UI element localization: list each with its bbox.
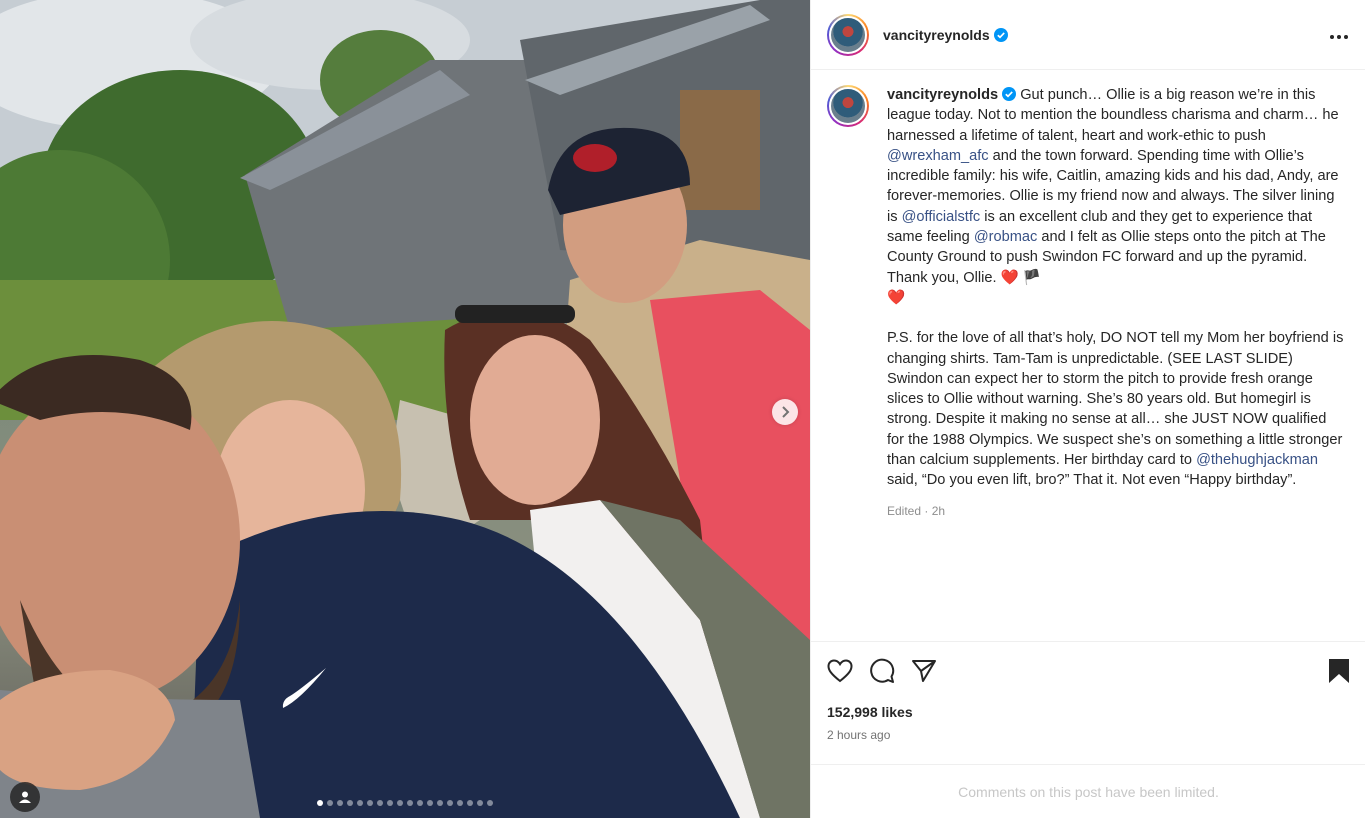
save-button[interactable] bbox=[1328, 658, 1350, 684]
post-actions: 152,998 likes 2 hours ago bbox=[811, 641, 1365, 764]
carousel-dot bbox=[427, 800, 433, 806]
tagged-users-button[interactable] bbox=[10, 782, 40, 812]
caption-username[interactable]: vancityreynolds bbox=[887, 87, 998, 103]
carousel-dot bbox=[457, 800, 463, 806]
next-slide-button[interactable] bbox=[772, 399, 798, 425]
comments-limited-notice: Comments on this post have been limited. bbox=[811, 764, 1365, 818]
mention-link[interactable]: @wrexham_afc bbox=[887, 148, 989, 164]
post-header: vancityreynolds bbox=[811, 0, 1365, 70]
avatar[interactable] bbox=[827, 13, 869, 56]
like-button[interactable] bbox=[827, 659, 853, 683]
caption-section: vancityreynolds Gut punch… Ollie is a bi… bbox=[811, 71, 1365, 641]
carousel-dot bbox=[367, 800, 373, 806]
carousel-dot bbox=[337, 800, 343, 806]
carousel-dot bbox=[407, 800, 413, 806]
carousel-dot bbox=[347, 800, 353, 806]
author-username[interactable]: vancityreynolds bbox=[883, 27, 1008, 43]
likes-count[interactable]: 152,998 likes bbox=[827, 704, 1350, 720]
carousel-dot bbox=[387, 800, 393, 806]
post-timestamp[interactable]: 2 hours ago bbox=[827, 728, 1350, 742]
red-heart-emoji: ❤️ bbox=[1000, 269, 1019, 286]
carousel-dot bbox=[467, 800, 473, 806]
carousel-dot bbox=[377, 800, 383, 806]
more-horizontal-icon bbox=[1330, 35, 1348, 39]
carousel-dot bbox=[317, 800, 323, 806]
mention-link[interactable]: @officialstfc bbox=[902, 209, 981, 225]
caption-paragraph-1: vancityreynolds Gut punch… Ollie is a bi… bbox=[887, 87, 1339, 306]
bookmark-filled-icon bbox=[1329, 659, 1349, 683]
comments-limited-text: Comments on this post have been limited. bbox=[958, 783, 1219, 800]
caption-paragraph-2: P.S. for the love of all that’s holy, DO… bbox=[887, 330, 1344, 489]
mention-link[interactable]: @robmac bbox=[974, 229, 1037, 245]
mention-link[interactable]: @thehughjackman bbox=[1196, 452, 1318, 468]
red-heart-emoji: ❤️ bbox=[887, 289, 906, 306]
chevron-right-icon bbox=[782, 406, 790, 418]
carousel-dot bbox=[397, 800, 403, 806]
edited-timestamp: Edited · 2h bbox=[887, 503, 946, 518]
send-icon bbox=[912, 660, 936, 682]
flag-emoji: 🏴 bbox=[1022, 269, 1041, 286]
post-detail-panel: vancityreynolds vancityreynolds Gut punc… bbox=[810, 0, 1365, 818]
carousel-dot bbox=[447, 800, 453, 806]
carousel-dot bbox=[327, 800, 333, 806]
carousel-dot bbox=[487, 800, 493, 806]
heart-icon bbox=[827, 659, 853, 683]
verified-badge-icon bbox=[1002, 87, 1017, 101]
carousel-indicator bbox=[0, 800, 810, 806]
share-button[interactable] bbox=[911, 659, 937, 683]
post-photo bbox=[0, 0, 810, 818]
carousel-dot bbox=[437, 800, 443, 806]
carousel-dot bbox=[477, 800, 483, 806]
verified-badge-icon bbox=[993, 27, 1008, 42]
post-media[interactable] bbox=[0, 0, 810, 818]
more-options-button[interactable] bbox=[1329, 24, 1349, 45]
caption-text: vancityreynolds Gut punch… Ollie is a bi… bbox=[887, 85, 1347, 521]
comment-icon bbox=[870, 658, 895, 683]
carousel-dot bbox=[357, 800, 363, 806]
comment-button[interactable] bbox=[869, 658, 895, 684]
caption-avatar[interactable] bbox=[827, 85, 869, 127]
carousel-dot bbox=[417, 800, 423, 806]
